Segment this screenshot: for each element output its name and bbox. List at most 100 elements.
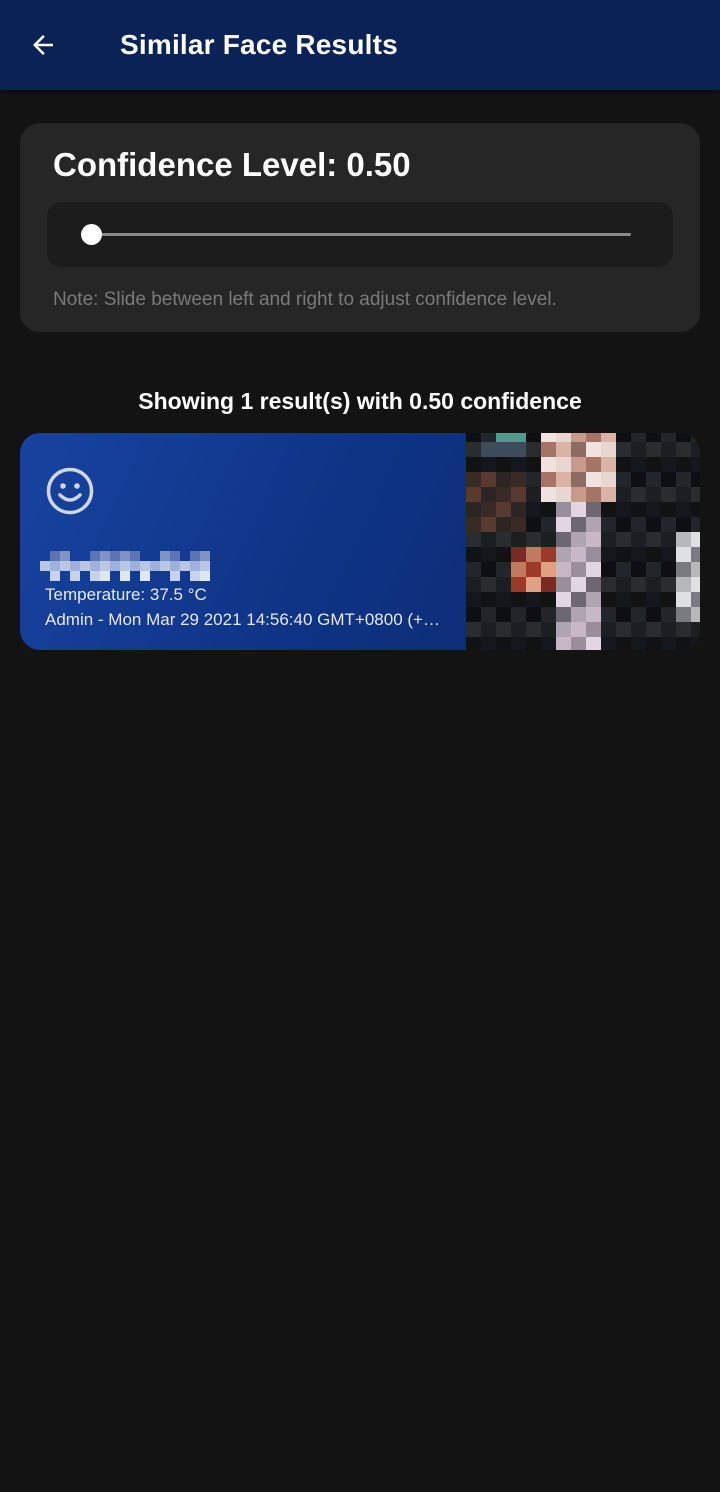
confidence-slider[interactable] [47,202,673,267]
pixel [526,577,541,592]
result-meta: Admin - Mon Mar 29 2021 14:56:40 GMT+080… [45,610,440,629]
pixel [526,442,541,457]
pixel [466,532,481,547]
pixel [661,472,676,487]
pixel [616,517,631,532]
pixel [691,442,700,457]
pixel [631,472,646,487]
pixel [511,577,526,592]
pixel [586,607,601,622]
pixel [601,487,616,502]
temperature-text: Temperature: 37.5 °C [45,585,207,604]
pixel [496,607,511,622]
pixel [50,571,60,581]
pixel [571,607,586,622]
pixel [140,571,150,581]
pixel [601,502,616,517]
pixel [481,472,496,487]
pixel [481,433,496,442]
pixel [631,577,646,592]
pixel [691,433,700,442]
pixel [466,622,481,637]
pixel [511,487,526,502]
pixel [691,637,700,650]
pixel [691,607,700,622]
pixel [541,622,556,637]
pixel [646,607,661,622]
pixel [130,551,140,561]
page-title: Similar Face Results [120,29,398,60]
pixel [631,562,646,577]
pixel [676,622,691,637]
pixel [646,487,661,502]
pixel [481,502,496,517]
pixel [616,607,631,622]
pixel [541,442,556,457]
pixel [661,532,676,547]
pixel [676,607,691,622]
pixel [100,561,110,571]
pixel [80,571,90,581]
pixel [50,551,60,561]
pixel [90,551,100,561]
pixel [70,561,80,571]
pixel [110,561,120,571]
pixel [691,532,700,547]
pixel [616,472,631,487]
pixel [631,532,646,547]
pixel [586,442,601,457]
smiley-face-icon [46,467,94,515]
slider-thumb[interactable] [81,224,102,245]
pixel [496,442,511,457]
pixel [646,517,661,532]
pixel [571,637,586,650]
pixel [661,622,676,637]
pixel [120,551,130,561]
confidence-card: Confidence Level: 0.50 Note: Slide betwe… [20,123,700,332]
pixel [511,502,526,517]
pixel [90,571,100,581]
pixel [40,561,50,571]
pixel [616,562,631,577]
pixel [631,592,646,607]
slider-track[interactable] [91,233,631,236]
pixel [511,592,526,607]
pixel [60,551,70,561]
pixel [661,592,676,607]
pixel [466,517,481,532]
pixel [586,433,601,442]
pixel [200,571,210,581]
pixel [481,532,496,547]
pixel [601,607,616,622]
pixel [496,622,511,637]
pixel [511,472,526,487]
pixel [556,562,571,577]
pixel [691,487,700,502]
pixel [616,637,631,650]
pixel [676,472,691,487]
pixel [150,551,160,561]
pixel [571,457,586,472]
pixel [526,457,541,472]
pixel [120,561,130,571]
pixel [616,502,631,517]
back-button[interactable] [14,16,72,74]
pixel [140,551,150,561]
pixel [556,517,571,532]
result-card[interactable]: Temperature: 37.5 °C Admin - Mon Mar 29 … [20,433,700,650]
pixel [616,457,631,472]
pixel [661,577,676,592]
pixel [511,457,526,472]
pixel [70,571,80,581]
pixel [80,551,90,561]
pixel [541,562,556,577]
pixel [631,487,646,502]
pixel [170,561,180,571]
pixel [631,502,646,517]
pixel [676,577,691,592]
pixel [586,517,601,532]
pixel [541,637,556,650]
pixel [586,622,601,637]
pixel [160,551,170,561]
pixel [661,637,676,650]
